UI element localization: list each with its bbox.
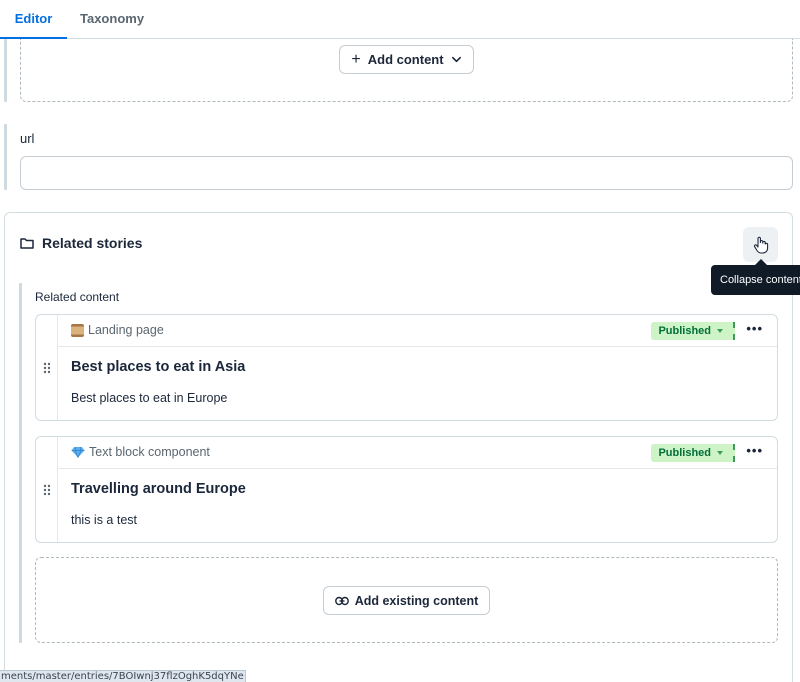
card-title[interactable]: Travelling around Europe	[71, 481, 246, 497]
drag-handle[interactable]	[36, 437, 58, 542]
tab-editor[interactable]: Editor	[0, 0, 67, 39]
add-existing-content-label: Add existing content	[354, 593, 479, 608]
status-label: Published	[658, 325, 711, 337]
add-content-button[interactable]: + Add content	[339, 45, 474, 74]
reference-card[interactable]: Text block component Published ••• Trave…	[35, 436, 778, 543]
url-input[interactable]	[20, 156, 793, 190]
panel-header: Related stories	[20, 235, 142, 251]
folder-icon	[20, 238, 34, 249]
reference-indicator-bar	[19, 283, 22, 643]
plus-icon: +	[351, 50, 361, 68]
card-header: Landing page Published •••	[58, 315, 777, 347]
collapse-content-button[interactable]	[743, 227, 778, 262]
link-icon	[334, 596, 349, 605]
scroll-icon	[71, 323, 84, 337]
status-badge-edge	[732, 322, 735, 340]
drag-handle[interactable]	[36, 315, 58, 420]
gem-icon	[71, 446, 85, 458]
field-indicator-bar	[4, 39, 7, 102]
tab-taxonomy[interactable]: Taxonomy	[80, 0, 144, 39]
url-field-label: url	[20, 131, 35, 146]
caret-down-icon	[717, 329, 723, 333]
card-header: Text block component Published •••	[58, 437, 777, 469]
field-indicator-bar	[4, 124, 7, 190]
tab-bar: Editor Taxonomy	[0, 0, 800, 39]
hand-pointer-icon	[753, 236, 768, 254]
content-type: Landing page	[71, 323, 164, 337]
reference-card[interactable]: Landing page Published ••• Best places t…	[35, 314, 778, 421]
status-bar-url: ments/master/entries/7BOIwnj37flzOghK5dq…	[0, 670, 246, 682]
content-type-label: Landing page	[88, 323, 164, 337]
caret-down-icon	[717, 451, 723, 455]
card-description: Best places to eat in Europe	[71, 391, 228, 405]
add-existing-content-button[interactable]: Add existing content	[323, 586, 490, 615]
card-description: this is a test	[71, 513, 137, 527]
chevron-down-icon	[451, 56, 461, 63]
related-content-label: Related content	[35, 290, 120, 304]
more-actions-icon[interactable]: •••	[746, 322, 763, 335]
more-actions-icon[interactable]: •••	[746, 444, 763, 457]
collapse-tooltip: Collapse content	[711, 265, 800, 295]
panel-title: Related stories	[42, 235, 143, 251]
status-badge[interactable]: Published	[651, 444, 735, 462]
status-label: Published	[658, 447, 711, 459]
card-title[interactable]: Best places to eat in Asia	[71, 359, 245, 375]
drag-handle-icon	[43, 362, 50, 373]
status-badge[interactable]: Published	[651, 322, 735, 340]
content-type: Text block component	[71, 445, 210, 459]
content-type-label: Text block component	[89, 445, 210, 459]
drag-handle-icon	[43, 484, 50, 495]
add-content-label: Add content	[367, 52, 444, 67]
status-badge-edge	[732, 444, 735, 462]
